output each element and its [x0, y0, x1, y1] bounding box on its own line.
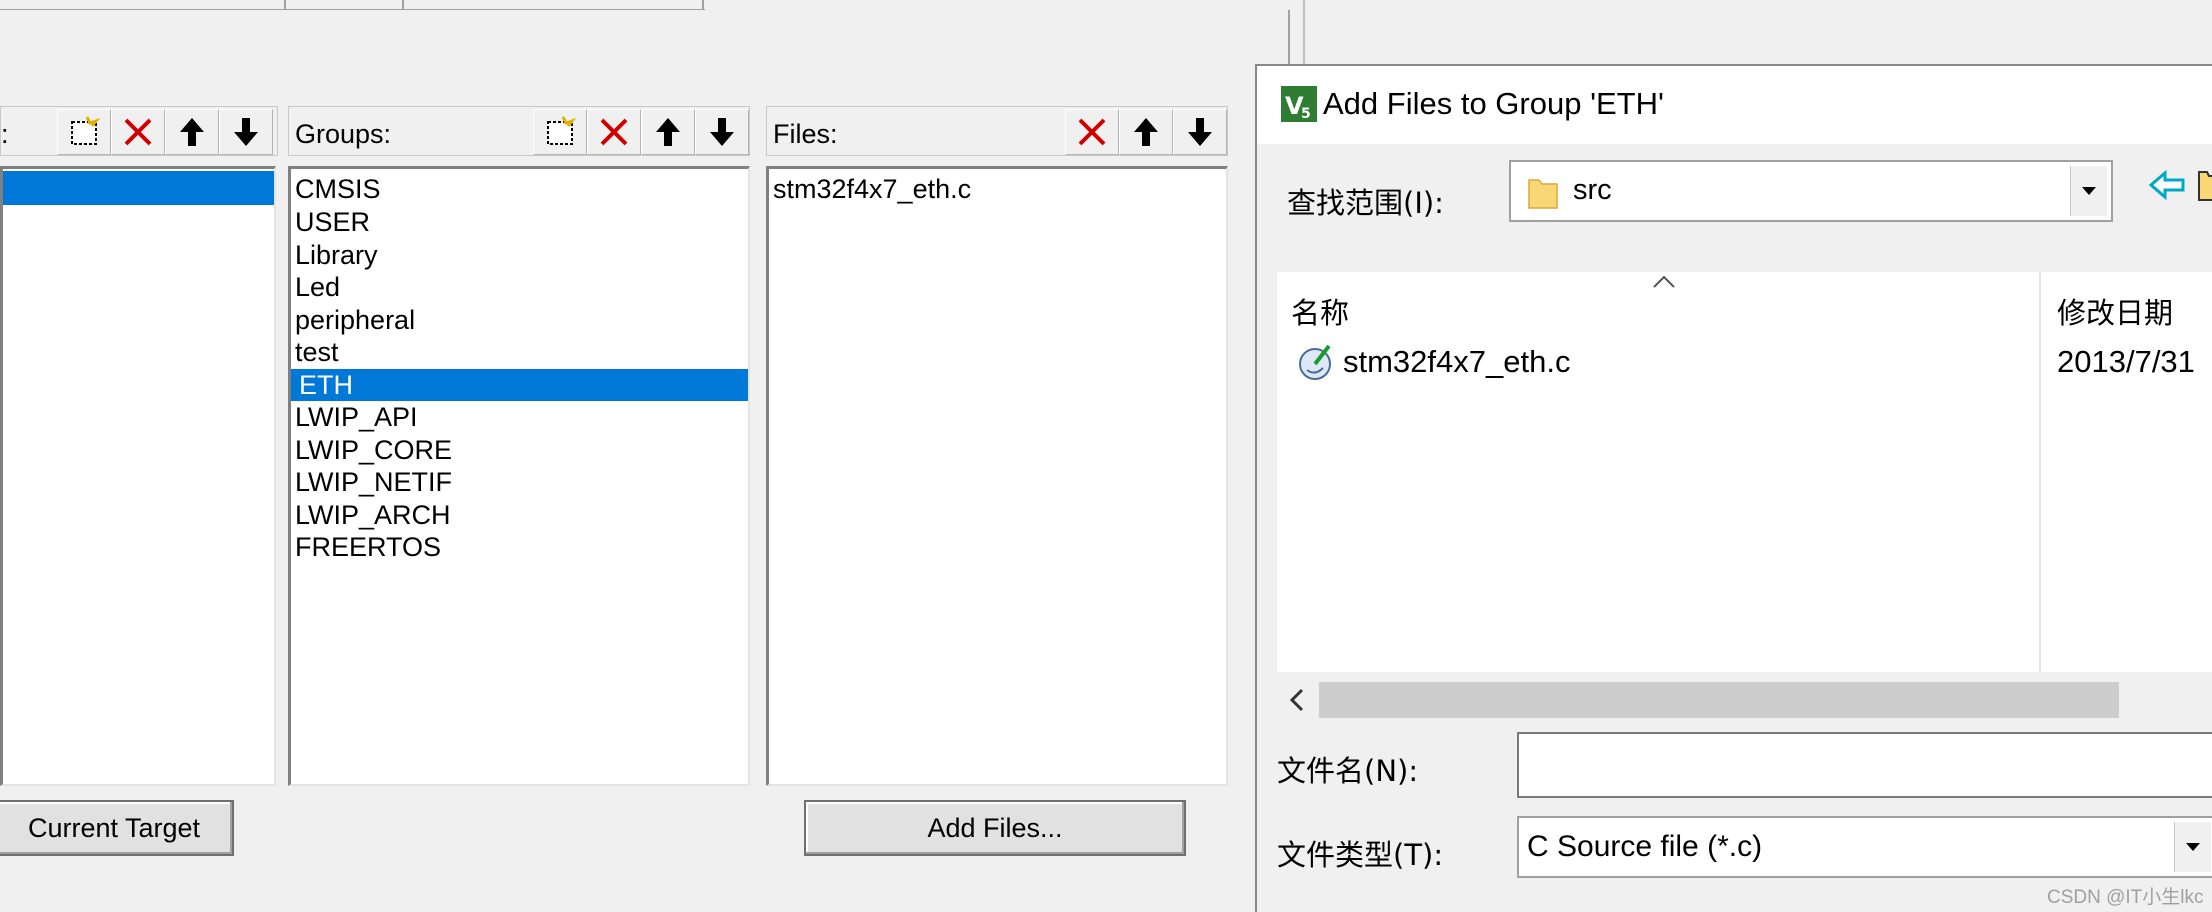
tab-divider [282, 0, 286, 10]
look-in-label: 查找范围(I): [1287, 186, 1444, 220]
sort-ascending-icon [1653, 275, 1675, 288]
delete-icon [124, 118, 152, 146]
move-up-group-button[interactable] [641, 109, 695, 155]
filetype-label: 文件类型(T): [1277, 838, 1444, 872]
list-item[interactable]: USER [295, 206, 370, 238]
keil-app-icon: V 5 [1281, 86, 1317, 122]
dialog-title-bar: V 5 Add Files to Group 'ETH' [1257, 66, 2212, 144]
list-item-selected[interactable]: ETH [291, 369, 748, 401]
tab-divider [400, 0, 404, 10]
set-current-target-button[interactable]: Current Target [0, 800, 234, 856]
delete-icon [600, 118, 628, 146]
list-item[interactable]: Library [295, 239, 378, 271]
list-item[interactable]: FREERTOS [295, 531, 441, 563]
selected-target-row[interactable] [3, 171, 274, 205]
up-folder-icon[interactable] [2197, 166, 2212, 202]
folder-icon [1528, 179, 1558, 209]
groups-list[interactable]: CMSIS USER Library Led peripheral test E… [288, 166, 750, 786]
filetype-value: C Source file (*.c) [1527, 830, 1763, 863]
move-down-file-button[interactable] [1173, 109, 1227, 155]
file-name: stm32f4x7_eth.c [1343, 344, 1571, 379]
column-header-modified[interactable]: 修改日期 [2057, 290, 2173, 332]
new-target-button[interactable] [57, 109, 111, 155]
list-item[interactable]: test [295, 336, 339, 368]
move-up-target-button[interactable] [165, 109, 219, 155]
tab-strip [0, 0, 705, 10]
svg-text:5: 5 [1301, 106, 1311, 122]
watermark: CSDN @IT小生lkc [2047, 887, 2204, 908]
delete-target-button[interactable] [111, 109, 165, 155]
horizontal-scrollbar[interactable] [1277, 672, 2212, 728]
arrow-up-icon [180, 118, 204, 146]
new-group-button[interactable] [533, 109, 587, 155]
look-in-dropdown-button[interactable] [2070, 166, 2107, 216]
move-up-file-button[interactable] [1119, 109, 1173, 155]
files-header: Files: [766, 106, 1228, 156]
c-source-file-icon [1299, 344, 1331, 380]
filename-label: 文件名(N): [1277, 754, 1419, 788]
list-item[interactable]: stm32f4x7_eth.c [773, 173, 971, 205]
frame-edge [1288, 10, 1290, 68]
groups-label: Groups: [295, 119, 392, 149]
file-row[interactable]: stm32f4x7_eth.c 2013/7/31 [1277, 336, 2212, 386]
arrow-down-icon [234, 118, 258, 146]
arrow-up-icon [1134, 118, 1158, 146]
look-in-combo[interactable]: src [1509, 160, 2113, 222]
list-item[interactable]: LWIP_ARCH [295, 499, 451, 531]
scroll-left-icon [1289, 688, 1304, 712]
targets-label: : [1, 119, 9, 149]
scrollbar-thumb[interactable] [1319, 682, 2119, 718]
new-item-icon [547, 116, 577, 145]
filetype-combo[interactable]: C Source file (*.c) [1517, 816, 2212, 878]
targets-header: : [0, 106, 278, 156]
move-down-target-button[interactable] [219, 109, 273, 155]
list-item[interactable]: LWIP_API [295, 401, 418, 433]
file-modified: 2013/7/31 [2057, 344, 2195, 379]
groups-header: Groups: [288, 106, 750, 156]
back-arrow-icon[interactable] [2149, 170, 2185, 200]
list-item[interactable]: CMSIS [295, 173, 381, 205]
delete-group-button[interactable] [587, 109, 641, 155]
files-list[interactable]: stm32f4x7_eth.c [766, 166, 1228, 786]
dialog-title: Add Files to Group 'ETH' [1323, 86, 1664, 121]
add-files-dialog: V 5 Add Files to Group 'ETH' 查找范围(I): sr… [1255, 64, 2212, 912]
chevron-down-icon [2082, 187, 2096, 195]
frame-edge [1303, 0, 1305, 64]
filetype-dropdown-button[interactable] [2174, 822, 2211, 872]
delete-file-button[interactable] [1065, 109, 1119, 155]
list-item[interactable]: peripheral [295, 304, 415, 336]
file-browser-list[interactable]: 名称 修改日期 stm32f4x7_eth.c 2013/7/31 [1277, 272, 2212, 728]
set-current-target-label: Current Target [27, 812, 201, 843]
arrow-down-icon [710, 118, 734, 146]
move-down-group-button[interactable] [695, 109, 749, 155]
look-in-value: src [1573, 174, 1612, 206]
add-files-label: Add Files... [927, 812, 1063, 843]
chevron-down-icon [2186, 843, 2200, 851]
new-item-icon [71, 116, 101, 145]
add-files-button[interactable]: Add Files... [804, 800, 1186, 856]
filename-input[interactable] [1517, 732, 2212, 798]
arrow-up-icon [656, 118, 680, 146]
arrow-down-icon [1188, 118, 1212, 146]
list-item[interactable]: Led [295, 271, 340, 303]
list-item[interactable]: LWIP_NETIF [295, 466, 452, 498]
delete-icon [1078, 118, 1106, 146]
files-label: Files: [773, 119, 838, 149]
targets-list[interactable] [0, 166, 276, 786]
tab-divider [700, 0, 704, 10]
list-item[interactable]: LWIP_CORE [295, 434, 452, 466]
column-header-name[interactable]: 名称 [1291, 290, 1349, 332]
